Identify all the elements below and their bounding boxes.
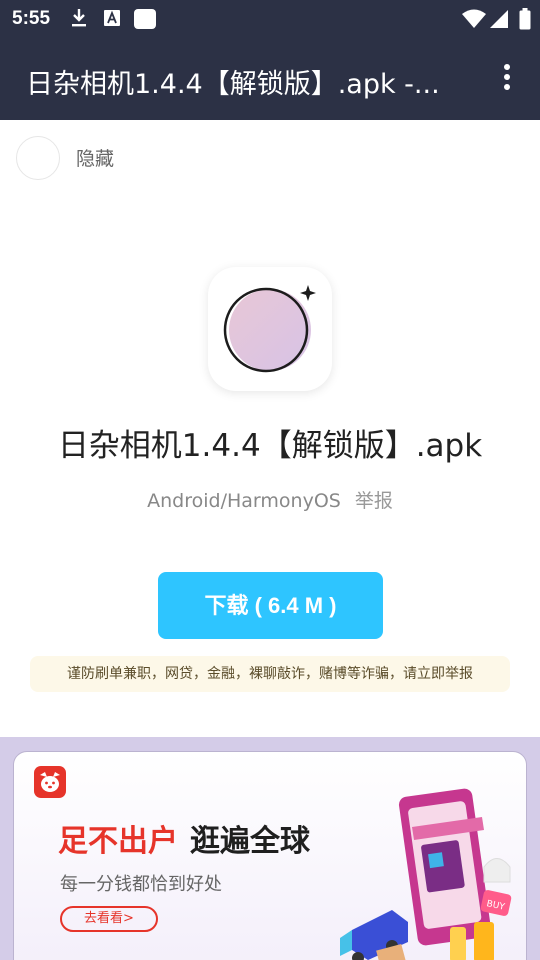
jd-dog-logo [34, 766, 66, 798]
text-a-icon [104, 10, 120, 26]
app-icon [208, 267, 332, 391]
signal-icon [490, 10, 508, 28]
hide-label: 隐藏 [76, 148, 115, 170]
hide-checkbox[interactable] [16, 136, 60, 180]
battery-icon [519, 8, 531, 30]
app-bar: 日杂相机1.4.4【解锁版】.apk -... [0, 38, 540, 120]
wifi-icon [462, 9, 486, 28]
ad-cta-button[interactable]: 去看看> [60, 906, 158, 932]
ad-area: 足不出户 逛遍全球 每一分钱都恰到好处 去看看> BUY [0, 737, 540, 960]
ad-headline-red: 足不出户 [58, 824, 178, 859]
status-time: 5:55 [12, 8, 51, 29]
ad-subtitle: 每一分钱都恰到好处 [60, 874, 222, 895]
ad-banner[interactable]: 足不出户 逛遍全球 每一分钱都恰到好处 去看看> BUY [13, 751, 527, 960]
download-icon [72, 9, 86, 27]
ad-headline-dark: 逛遍全球 [190, 824, 310, 859]
download-button[interactable]: 下载 ( 6.4 M ) [158, 572, 383, 639]
report-link[interactable]: 举报 [355, 490, 393, 512]
camera-lens-sparkle-icon [223, 285, 316, 373]
platform-label: Android/HarmonyOS [147, 490, 341, 512]
status-bar: 5:55 [0, 0, 540, 38]
shopping-phone-illustration: BUY [340, 788, 512, 960]
fraud-warning: 谨防刷单兼职，网贷，金融，裸聊敲诈，赌博等诈骗，请立即举报 [30, 656, 510, 692]
more-vert-icon[interactable] [493, 64, 521, 94]
square-icon [134, 9, 156, 29]
ad-headline: 足不出户 逛遍全球 [58, 816, 310, 860]
platform-row: Android/HarmonyOS 举报 [0, 486, 540, 513]
app-name: 日杂相机1.4.4【解锁版】.apk [57, 428, 483, 464]
page-title: 日杂相机1.4.4【解锁版】.apk -... [26, 69, 440, 100]
